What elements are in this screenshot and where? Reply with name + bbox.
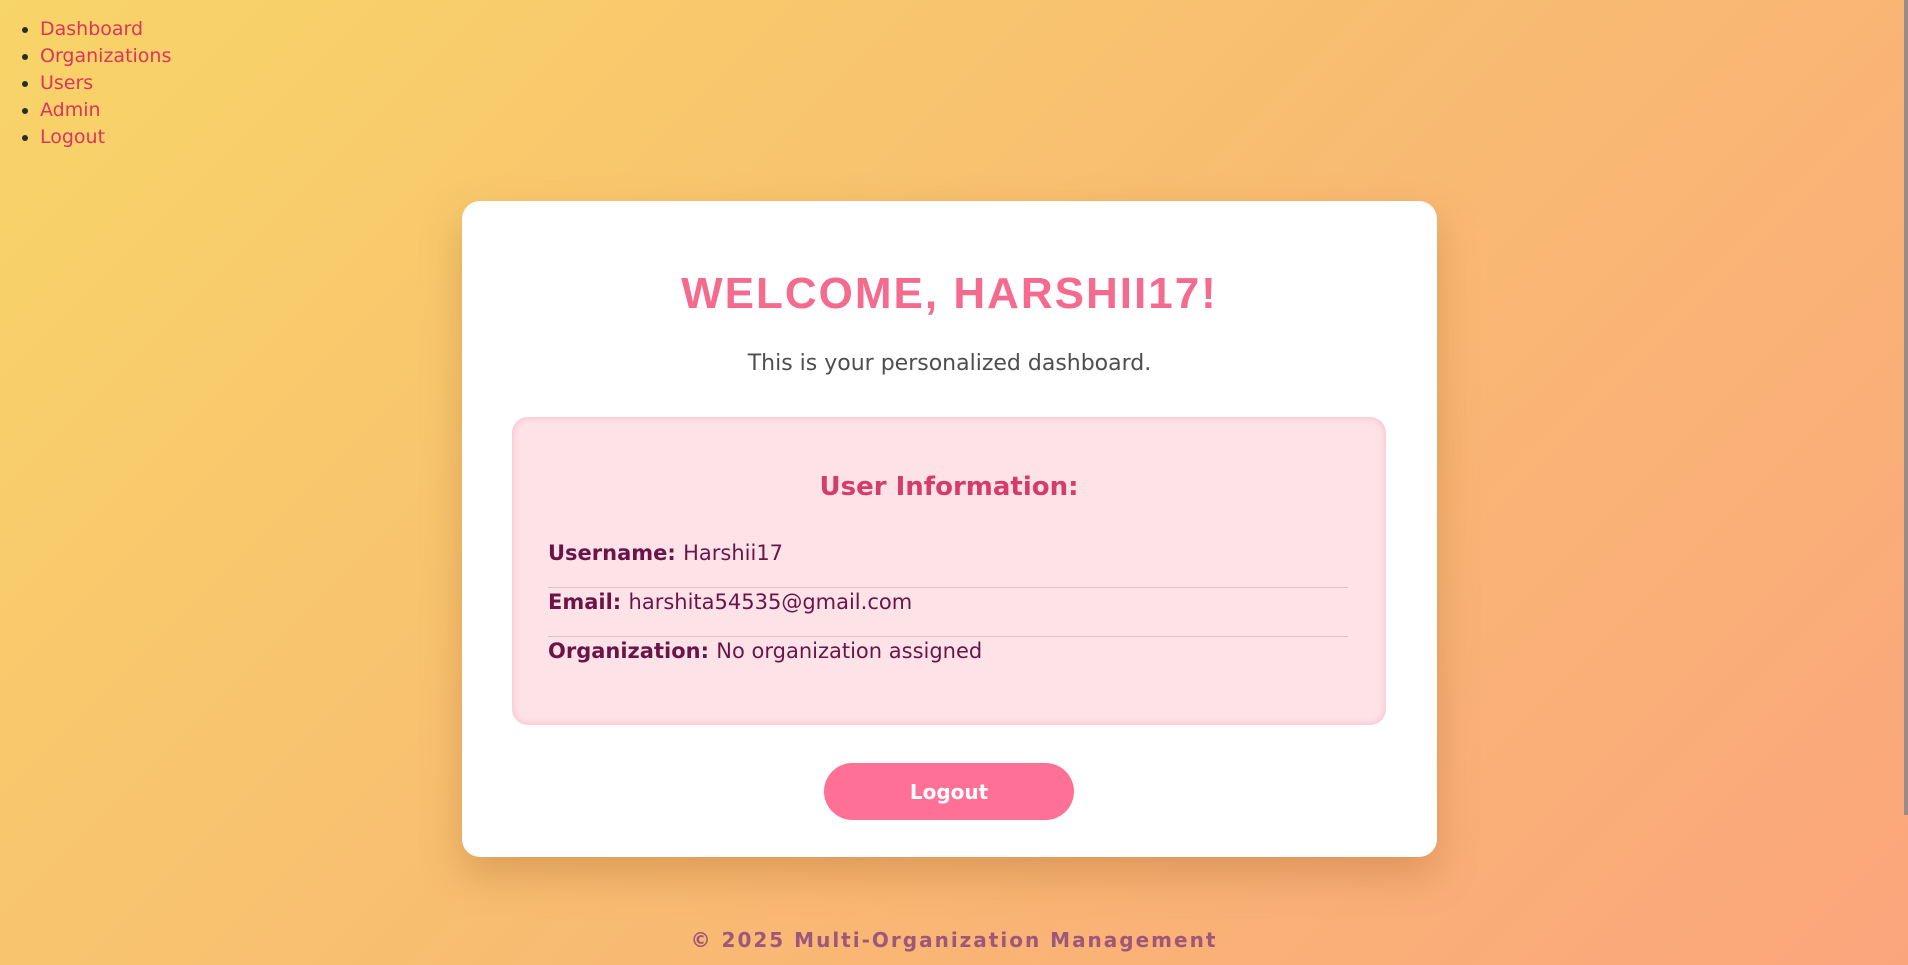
nav-list: Dashboard Organizations Users Admin Logo… [0,0,171,151]
nav-item-admin: Admin [40,97,171,124]
page-footer: © 2025 Multi-Organization Management [690,928,1218,952]
user-info-panel: User Information: Username: Harshii17 Em… [512,417,1386,725]
logout-button[interactable]: Logout [824,763,1074,820]
nav-link-users[interactable]: Users [40,72,93,94]
organization-label: Organization: [548,639,717,663]
username-value: Harshii17 [683,541,784,565]
username-row: Username: Harshii17 [548,539,1348,588]
nav-item-users: Users [40,70,171,97]
nav-link-logout[interactable]: Logout [40,126,105,148]
vertical-scrollbar[interactable] [1904,0,1908,815]
dashboard-subtitle: This is your personalized dashboard. [747,351,1152,376]
nav-item-organizations: Organizations [40,43,171,70]
organization-value: No organization assigned [716,639,983,663]
nav-link-dashboard[interactable]: Dashboard [40,18,143,40]
nav-link-admin[interactable]: Admin [40,99,101,121]
email-label: Email: [548,590,629,614]
nav-item-logout: Logout [40,124,171,151]
user-info-heading: User Information: [819,472,1079,502]
nav-link-organizations[interactable]: Organizations [40,45,171,67]
email-row: Email: harshita54535@gmail.com [548,588,1348,637]
organization-row: Organization: No organization assigned [548,637,1348,686]
username-label: Username: [548,541,684,565]
welcome-title: WELCOME, HARSHII17! [681,269,1218,318]
main-navigation: Dashboard Organizations Users Admin Logo… [0,0,171,151]
email-value: harshita54535@gmail.com [628,590,913,614]
dashboard-card: WELCOME, HARSHII17! This is your persona… [462,201,1437,857]
nav-item-dashboard: Dashboard [40,16,171,43]
